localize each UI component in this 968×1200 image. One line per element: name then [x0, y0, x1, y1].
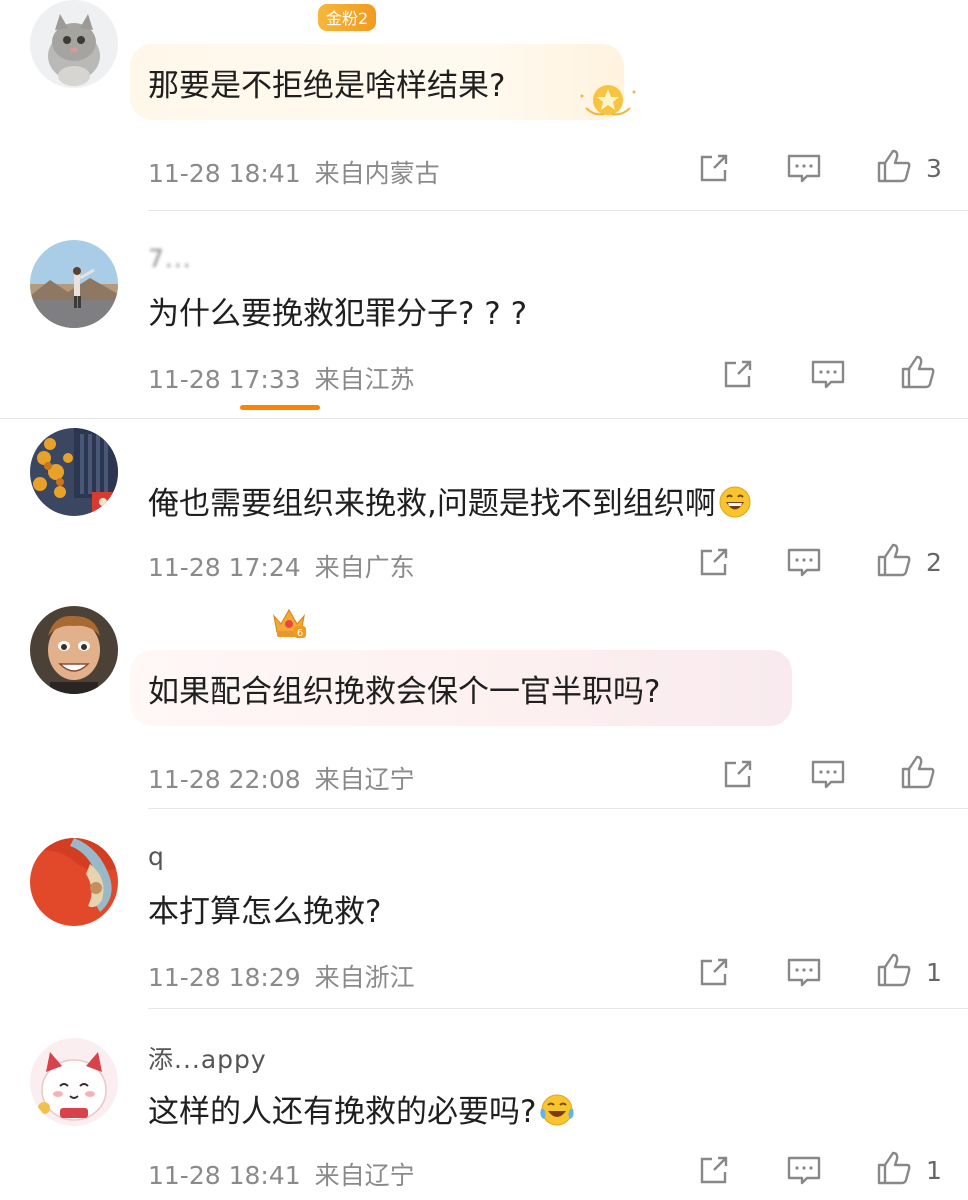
comment-icon[interactable] [808, 754, 848, 794]
comment-meta: 11-28 17:33 来自江苏 [148, 360, 415, 396]
comment-text: 本打算怎么挽救? [148, 894, 382, 930]
divider [0, 418, 968, 419]
comment-meta: 11-28 18:41 来自辽宁 [148, 1156, 415, 1192]
divider [148, 210, 968, 211]
thumbs-up-icon[interactable] [898, 752, 938, 792]
timestamp: 11-28 18:41 [148, 159, 301, 188]
thumbs-up-icon[interactable] [874, 1148, 914, 1188]
like-count: 1 [926, 958, 942, 987]
avatar[interactable] [30, 240, 118, 328]
avatar[interactable] [30, 838, 118, 926]
timestamp: 11-28 22:08 [148, 765, 301, 794]
comment-text: 那要是不拒绝是啥样结果? [148, 68, 506, 104]
location: 来自辽宁 [314, 1161, 415, 1190]
comment-text: 为什么要挽救犯罪分子? ? ? [148, 296, 528, 332]
share-icon[interactable] [694, 542, 734, 582]
comment-meta: 11-28 22:08 来自辽宁 [148, 760, 415, 796]
location: 来自广东 [314, 553, 415, 582]
share-icon[interactable] [694, 952, 734, 992]
timestamp: 11-28 17:24 [148, 553, 301, 582]
username[interactable]: 添...appy [148, 1040, 267, 1076]
comment-meta: 11-28 18:29 来自浙江 [148, 958, 415, 994]
comment-icon[interactable] [808, 354, 848, 394]
laugh-cry-emoji-icon [538, 1093, 576, 1135]
comment-meta: 11-28 18:41 来自内蒙古 [148, 154, 440, 190]
location: 来自江苏 [314, 365, 415, 394]
avatar[interactable] [30, 0, 118, 88]
laughing-emoji-icon [718, 485, 752, 527]
timestamp: 11-28 18:41 [148, 1161, 301, 1190]
scroll-indicator [240, 405, 320, 410]
share-icon[interactable] [718, 754, 758, 794]
thumbs-up-icon[interactable] [874, 146, 914, 186]
share-icon[interactable] [694, 148, 734, 188]
comment-icon[interactable] [784, 148, 824, 188]
comment-text-content: 俺也需要组织来挽救,问题是找不到组织啊 [148, 486, 716, 522]
share-icon[interactable] [718, 354, 758, 394]
comment-meta: 11-28 17:24 来自广东 [148, 548, 415, 584]
comment-text-content: 这样的人还有挽救的必要吗? [148, 1094, 537, 1130]
timestamp: 11-28 17:33 [148, 365, 301, 394]
thumbs-up-icon[interactable] [874, 540, 914, 580]
thumbs-up-icon[interactable] [874, 950, 914, 990]
location: 来自内蒙古 [314, 159, 440, 188]
avatar[interactable] [30, 606, 118, 694]
thumbs-up-icon[interactable] [898, 352, 938, 392]
divider [148, 808, 968, 809]
like-count: 1 [926, 1156, 942, 1185]
location: 来自浙江 [314, 963, 415, 992]
like-count: 3 [926, 154, 942, 183]
like-count: 2 [926, 548, 942, 577]
comment-text: 俺也需要组织来挽救,问题是找不到组织啊 [148, 478, 752, 527]
username[interactable]: q [148, 842, 165, 871]
username[interactable]: 7... [148, 244, 192, 273]
comment-icon[interactable] [784, 952, 824, 992]
fan-badge: 金粉2 [318, 4, 377, 31]
comment-icon[interactable] [784, 1150, 824, 1190]
comment-text: 如果配合组织挽救会保个一官半职吗? [148, 674, 661, 710]
share-icon[interactable] [694, 1150, 734, 1190]
avatar[interactable] [30, 428, 118, 516]
badge-level: 6 [297, 628, 303, 639]
timestamp: 11-28 18:29 [148, 963, 301, 992]
location: 来自辽宁 [314, 765, 415, 794]
crown-badge-icon: 6 [270, 604, 308, 644]
comment-icon[interactable] [784, 542, 824, 582]
star-badge-icon [576, 76, 640, 128]
avatar[interactable] [30, 1038, 118, 1126]
comment-text: 这样的人还有挽救的必要吗? [148, 1086, 576, 1135]
divider [148, 1008, 968, 1009]
